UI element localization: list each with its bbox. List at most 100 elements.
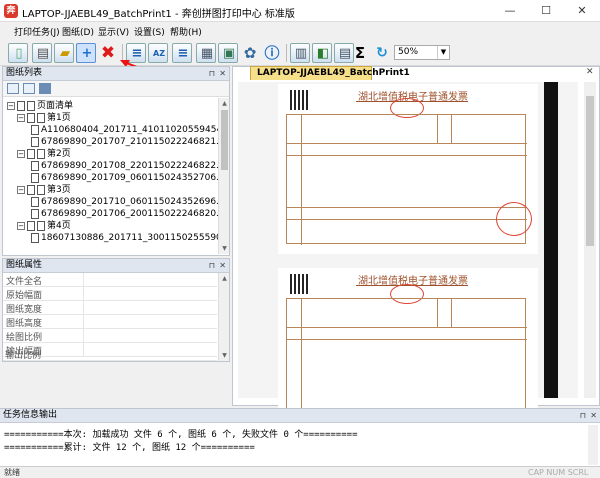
scroll-up-icon[interactable]: ▲ <box>219 273 230 284</box>
new-file-icon: ▯ <box>15 46 23 61</box>
menu-print-task[interactable]: 打印任务(J) <box>14 25 60 38</box>
collapse-all-icon[interactable] <box>23 83 35 94</box>
drawing-list-header: 图纸列表 ⊓ ✕ <box>3 67 229 81</box>
tree-page[interactable]: − 第1页 <box>17 112 71 124</box>
close-icon[interactable]: ✕ <box>219 259 226 272</box>
tree-file[interactable]: 67869890_201709_060115024352706.pdf <box>31 172 218 184</box>
page-icon <box>37 148 45 159</box>
move-down-button[interactable]: ≡ <box>172 43 192 63</box>
scroll-down-icon[interactable]: ▼ <box>219 350 230 361</box>
scroll-up-icon[interactable]: ▲ <box>219 98 230 109</box>
invoice-page: 湖北增值税电子普通发票 <box>278 84 538 254</box>
task-log-line: ===========累计: 文件 12 个, 图纸 12 个=========… <box>4 443 255 453</box>
image-button[interactable]: ▣ <box>218 43 238 63</box>
tree-file[interactable]: 67869890_201708_220115022246822.pdf <box>31 160 218 172</box>
tree-file[interactable]: 67869890_201710_060115024352696.pdf <box>31 196 218 208</box>
printer-icon: ▤ <box>36 46 50 61</box>
tree-file[interactable]: 18607130886_201711_300115025559030.pdf <box>31 232 218 244</box>
folder-icon: ▰ <box>60 46 70 61</box>
file-icon <box>31 136 39 147</box>
expand-icon[interactable]: − <box>17 113 25 122</box>
properties-scrollbar[interactable]: ▲ ▼ <box>218 273 229 361</box>
expand-icon[interactable]: − <box>17 221 25 230</box>
sort-az-icon: AZ <box>153 49 165 58</box>
properties-title: 图纸属性 <box>6 260 43 270</box>
tree-page[interactable]: − 第2页 <box>17 148 71 160</box>
close-icon[interactable]: ✕ <box>590 409 597 422</box>
menu-settings[interactable]: 设置(S) <box>134 25 165 38</box>
scroll-down-icon[interactable]: ▼ <box>219 243 230 254</box>
invoice-frame <box>286 114 527 245</box>
sum-button[interactable]: Σ <box>350 43 370 63</box>
tab-batchprint[interactable]: LAPTOP-JJAEBL49_BatchPrint1 <box>250 66 410 80</box>
page-icon <box>37 112 45 123</box>
document-scrollbar[interactable] <box>584 82 596 398</box>
picture-icon: ▣ <box>222 46 236 61</box>
list-view-button[interactable]: ▥ <box>290 43 310 63</box>
page-label: 第4页 <box>47 221 71 231</box>
property-row: 图纸宽度 <box>3 301 217 315</box>
tree-page[interactable]: − 第4页 <box>17 220 71 232</box>
new-task-button[interactable]: ▯ <box>8 43 28 63</box>
property-label: 图纸高度 <box>6 319 43 329</box>
info-button[interactable]: ⓘ <box>262 43 282 63</box>
scroll-thumb[interactable] <box>221 110 228 170</box>
task-output-scrollbar[interactable] <box>588 425 598 465</box>
open-folder-button[interactable]: ▰ <box>54 43 74 63</box>
file-icon <box>31 196 39 207</box>
file-label: 18607130886_201711_300115025559030.pdf <box>41 233 218 243</box>
maximize-button[interactable]: ☐ <box>528 0 564 22</box>
page-label: 第1页 <box>47 113 71 123</box>
info-icon: ⓘ <box>264 44 280 62</box>
pin-icon[interactable]: ⊓ <box>209 259 215 272</box>
delete-button[interactable]: ✖ <box>98 43 118 63</box>
tree-page[interactable]: − 第3页 <box>17 184 71 196</box>
minimize-button[interactable]: — <box>492 0 528 22</box>
pin-icon[interactable]: ⊓ <box>209 67 215 80</box>
settings-button[interactable]: ✿ <box>240 43 260 63</box>
sigma-icon: Σ <box>354 44 366 62</box>
menu-bar: 打印任务(J) 图纸(D) 显示(V) 设置(S) 帮助(H) <box>0 22 600 40</box>
expand-icon[interactable]: − <box>17 185 25 194</box>
tree-root[interactable]: − 页面清单 <box>7 100 73 112</box>
property-label: 原始幅面 <box>6 291 43 301</box>
pin-icon[interactable]: ⊓ <box>580 409 586 422</box>
qr-code-icon <box>290 274 310 294</box>
toolbar: ▯ ▤ ▰ + ✖ ≡ AZ ≡ ▦ ▣ ✿ ⓘ ▥ ◧ ▤ Σ ↻ <box>0 40 600 66</box>
close-icon[interactable]: ✕ <box>219 67 226 80</box>
window-title: LAPTOP-JJAEBL49_BatchPrint1 - 奔创拼图打印中心 标… <box>22 9 295 20</box>
expand-icon[interactable]: − <box>7 101 15 110</box>
expand-icon[interactable]: − <box>17 149 25 158</box>
page-icon <box>37 184 45 195</box>
page-label: 第2页 <box>47 149 71 159</box>
tree-file[interactable]: 67869890_201706_200115022246820.pdf <box>31 208 218 220</box>
menu-help[interactable]: 帮助(H) <box>170 25 202 38</box>
app-logo-icon: 奔 <box>4 4 18 18</box>
qr-code-icon <box>290 90 310 110</box>
refresh-list-icon[interactable] <box>39 83 51 94</box>
tree-file[interactable]: A110680404_201711_410110205594541.pdf <box>31 124 218 136</box>
file-label: 67869890_201709_060115024352706.pdf <box>41 173 218 183</box>
close-tab-icon[interactable]: ✕ <box>586 67 594 77</box>
add-file-button[interactable]: + <box>76 43 96 63</box>
menu-view[interactable]: 显示(V) <box>98 25 129 38</box>
status-text: 就绪 <box>4 468 20 477</box>
page-icon <box>37 220 45 231</box>
print-preview-viewport[interactable]: 湖北增值税电子普通发票 湖北增值税电子普通发票 <box>238 82 578 438</box>
menu-drawing[interactable]: 图纸(D) <box>62 25 94 38</box>
file-label: 67869890_201710_060115024352696.pdf <box>41 197 218 207</box>
tree-file[interactable]: 67869890_201707_210115022246821.pdf <box>31 136 218 148</box>
close-button[interactable]: ✕ <box>564 0 600 22</box>
list-scrollbar[interactable]: ▲ ▼ <box>218 98 229 254</box>
refresh-button[interactable]: ↻ <box>372 43 392 63</box>
scroll-thumb[interactable] <box>586 96 594 246</box>
layout-button[interactable]: ◧ <box>312 43 332 63</box>
page-icon <box>27 220 35 231</box>
print-button[interactable]: ▤ <box>32 43 52 63</box>
preview-button[interactable]: ▦ <box>196 43 216 63</box>
file-label: 67869890_201707_210115022246821.pdf <box>41 137 218 147</box>
file-icon <box>31 124 39 135</box>
property-row: 图纸高度 <box>3 315 217 329</box>
expand-all-icon[interactable] <box>7 83 19 94</box>
zoom-select[interactable]: 50% ▼ <box>394 45 450 60</box>
